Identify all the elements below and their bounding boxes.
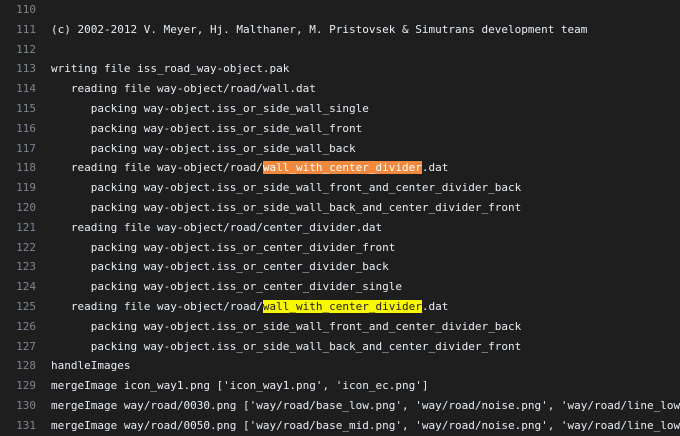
line-number: 122	[16, 240, 36, 254]
line-text: (c) 2002-2012 V. Meyer, Hj. Malthaner, M…	[51, 22, 588, 36]
log-line: 124 packing way-object.iss_or_center_div…	[0, 277, 680, 297]
log-line: 121 reading file way-object/road/center_…	[0, 218, 680, 238]
line-text-suffix: .dat	[421, 299, 449, 313]
line-text: packing way-object.iss_or_side_wall_sing…	[51, 101, 369, 115]
log-line: 118 reading file way-object/road/wall_wi…	[0, 158, 680, 178]
log-line: 116 packing way-object.iss_or_side_wall_…	[0, 119, 680, 139]
line-text: reading file way-object/road/wall.dat	[51, 82, 316, 96]
line-number: 131	[16, 418, 36, 432]
line-number: 124	[16, 280, 36, 294]
line-text: packing way-object.iss_or_side_wall_fron…	[51, 121, 363, 135]
line-text: reading file way-object/road/center_divi…	[51, 220, 383, 234]
line-text: handleImages	[51, 359, 131, 373]
log-line: 114 reading file way-object/road/wall.da…	[0, 79, 680, 99]
log-line: 122 packing way-object.iss_or_center_div…	[0, 238, 680, 258]
line-text: mergeImage icon_way1.png ['icon_way1.png…	[51, 379, 429, 393]
log-line: 128 handleImages	[0, 356, 680, 376]
log-line: 120 packing way-object.iss_or_side_wall_…	[0, 198, 680, 218]
line-number: 128	[16, 359, 36, 373]
line-text: packing way-object.iss_or_side_wall_back	[51, 141, 356, 155]
log-line: 117 packing way-object.iss_or_side_wall_…	[0, 139, 680, 159]
line-number: 129	[16, 379, 36, 393]
line-number: 130	[16, 398, 36, 412]
line-number: 113	[16, 62, 36, 76]
line-number: 115	[16, 101, 36, 115]
line-text: packing way-object.iss_or_center_divider…	[51, 240, 396, 254]
log-line: 131 mergeImage way/road/0050.png ['way/r…	[0, 416, 680, 436]
log-line: 125 reading file way-object/road/wall_wi…	[0, 297, 680, 317]
line-text: writing file iss_road_way-object.pak	[51, 62, 290, 76]
log-line: 127 packing way-object.iss_or_side_wall_…	[0, 337, 680, 357]
line-number: 125	[16, 299, 36, 313]
line-text: packing way-object.iss_or_side_wall_back…	[51, 339, 522, 353]
log-line: 111 (c) 2002-2012 V. Meyer, Hj. Malthane…	[0, 20, 680, 40]
log-line: 126 packing way-object.iss_or_side_wall_…	[0, 317, 680, 337]
log-lines: 110 111 (c) 2002-2012 V. Meyer, Hj. Malt…	[0, 0, 680, 436]
log-line: 123 packing way-object.iss_or_center_div…	[0, 257, 680, 277]
line-text: packing way-object.iss_or_side_wall_back…	[51, 200, 522, 214]
log-line: 113 writing file iss_road_way-object.pak	[0, 59, 680, 79]
line-number: 123	[16, 260, 36, 274]
log-line: 115 packing way-object.iss_or_side_wall_…	[0, 99, 680, 119]
log-line: 112	[0, 40, 680, 60]
search-highlight-match[interactable]: wall_with_center_divider	[262, 299, 422, 313]
line-number: 114	[16, 82, 36, 96]
line-number: 126	[16, 319, 36, 333]
log-line: 119 packing way-object.iss_or_side_wall_…	[0, 178, 680, 198]
line-text-prefix: reading file way-object/road/	[51, 161, 263, 175]
line-number: 121	[16, 220, 36, 234]
line-text-prefix: reading file way-object/road/	[51, 299, 263, 313]
line-number: 120	[16, 200, 36, 214]
log-line: 110	[0, 0, 680, 20]
line-text: reading file way-object/road/wall_with_c…	[51, 158, 448, 178]
log-line: 130 mergeImage way/road/0030.png ['way/r…	[0, 396, 680, 416]
line-text: packing way-object.iss_or_center_divider…	[51, 280, 402, 294]
line-number: 117	[16, 141, 36, 155]
line-text-suffix: .dat	[421, 161, 449, 175]
log-line: 129 mergeImage icon_way1.png ['icon_way1…	[0, 376, 680, 396]
log-viewer[interactable]: 110 111 (c) 2002-2012 V. Meyer, Hj. Malt…	[0, 0, 680, 436]
line-text: packing way-object.iss_or_center_divider…	[51, 260, 389, 274]
line-number: 110	[16, 3, 36, 16]
line-text: packing way-object.iss_or_side_wall_fron…	[51, 181, 522, 195]
search-highlight-current[interactable]: wall_with_center_divider	[262, 161, 422, 175]
line-number: 118	[16, 161, 36, 175]
line-text: mergeImage way/road/0030.png ['way/road/…	[51, 398, 680, 412]
line-number: 112	[16, 42, 36, 56]
line-text: reading file way-object/road/wall_with_c…	[51, 297, 448, 317]
line-text: mergeImage way/road/0050.png ['way/road/…	[51, 418, 680, 432]
line-number: 127	[16, 339, 36, 353]
line-number: 116	[16, 121, 36, 135]
line-text: packing way-object.iss_or_side_wall_fron…	[51, 319, 522, 333]
line-number: 111	[16, 22, 36, 36]
line-number: 119	[16, 181, 36, 195]
